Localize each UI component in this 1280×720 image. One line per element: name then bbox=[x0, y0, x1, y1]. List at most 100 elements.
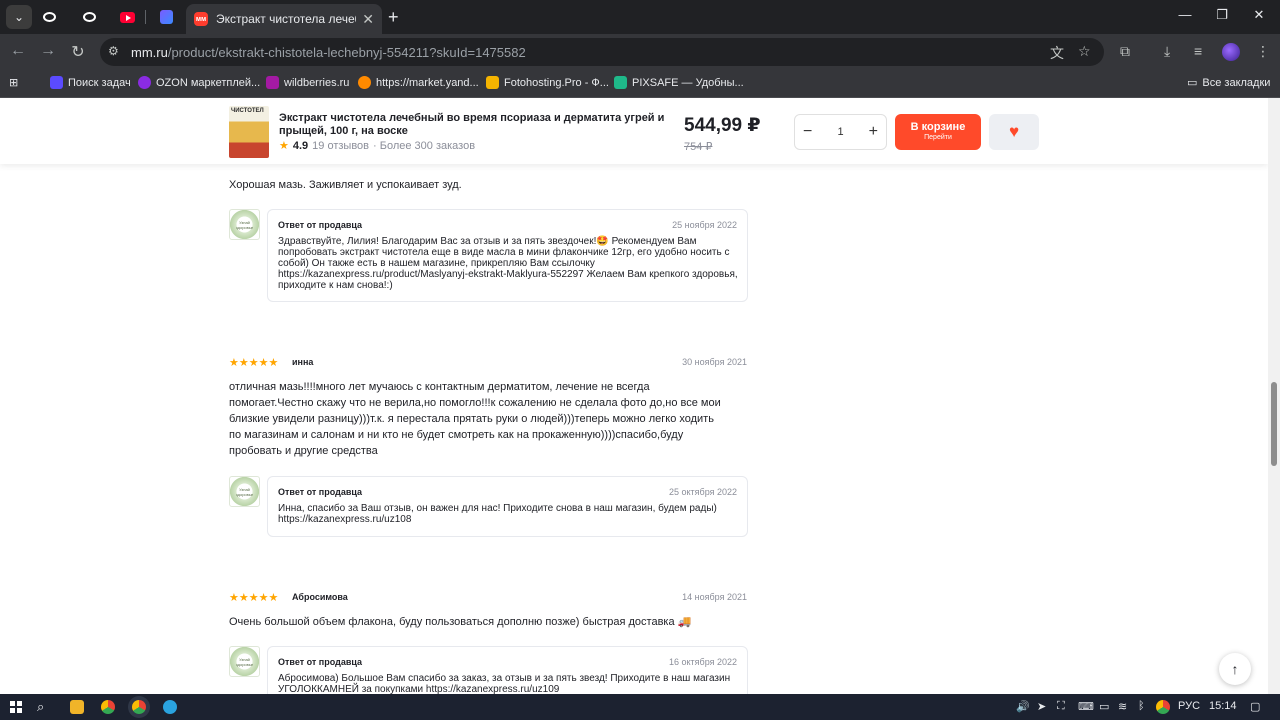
review-date: 14 ноября 2021 bbox=[682, 592, 747, 602]
back-button[interactable]: ← bbox=[6, 42, 30, 60]
review-author: Абросимова bbox=[292, 592, 348, 602]
apps-icon[interactable]: ⊞ bbox=[9, 76, 18, 89]
arrow-left-icon: ← bbox=[10, 42, 26, 59]
pinned-tab-2[interactable] bbox=[76, 5, 102, 29]
profile-avatar[interactable] bbox=[1222, 43, 1240, 61]
telegram-icon[interactable] bbox=[163, 700, 177, 714]
window-close-button[interactable]: ✕ bbox=[1244, 7, 1274, 23]
site-info-icon[interactable]: ⚙ bbox=[108, 44, 119, 58]
chrome-active-icon[interactable] bbox=[132, 700, 146, 714]
bookmark-3[interactable]: https://market.yand... bbox=[358, 76, 479, 89]
product-rating: 4.9 bbox=[292, 139, 309, 152]
bookmarks-bar: ⊞ Поиск задач OZON маркетплей... wildber… bbox=[0, 70, 1280, 98]
cart-button-label: В корзине bbox=[910, 121, 966, 133]
maximize-button[interactable]: ❐ bbox=[1207, 7, 1237, 23]
bookmark-favicon bbox=[266, 76, 279, 89]
bookmark-favicon bbox=[138, 76, 151, 89]
bookmark-2[interactable]: wildberries.ru bbox=[266, 76, 349, 89]
forward-button[interactable]: → bbox=[36, 42, 60, 60]
product-thumbnail[interactable]: ЧИСТОТЕЛ bbox=[229, 106, 269, 158]
bookmark-label: OZON маркетплей... bbox=[156, 76, 261, 89]
bookmark-4[interactable]: Fotohosting.Pro - Ф... bbox=[486, 76, 609, 89]
reviews-count[interactable]: 19 отзывов bbox=[312, 140, 369, 152]
review-text: отличная мазь!!!!много лет мучаюсь с кон… bbox=[229, 381, 721, 457]
in-cart-button[interactable]: В корзине Перейти bbox=[895, 114, 981, 150]
reply-text: Абросимова) Большое Вам спасибо за заказ… bbox=[278, 673, 731, 694]
address-bar[interactable]: ⚙ mm.ru/product/ekstrakt-chistotela-lech… bbox=[100, 38, 1104, 66]
chevron-down-icon: ⌄ bbox=[13, 10, 25, 24]
bookmark-favicon bbox=[358, 76, 371, 89]
quantity-stepper: − 1 + bbox=[794, 114, 887, 150]
bookmark-5[interactable]: PIXSAFE — Удобны... bbox=[614, 76, 744, 89]
active-tab[interactable]: мм Экстракт чистотела лечебный ✕ bbox=[186, 4, 382, 34]
search-icon[interactable]: ⌕ bbox=[37, 699, 44, 715]
u-logo-icon bbox=[159, 10, 173, 24]
menu-kebab-icon[interactable]: ⋮ bbox=[1256, 43, 1270, 60]
reply-author: Ответ от продавца bbox=[278, 657, 363, 667]
close-icon[interactable]: ✕ bbox=[362, 11, 374, 28]
all-bookmarks[interactable]: ▭ Все закладки bbox=[1187, 76, 1271, 90]
quantity-value[interactable]: 1 bbox=[837, 126, 843, 138]
file-explorer-icon[interactable] bbox=[70, 700, 84, 714]
review-text: Хорошая мазь. Заживляет и успокаивает зу… bbox=[229, 179, 462, 191]
wifi-icon[interactable]: ≋ bbox=[1118, 700, 1127, 713]
reply-author: Ответ от продавца bbox=[278, 220, 363, 230]
rating-stars: ★★★★★ bbox=[229, 592, 279, 604]
favorite-button[interactable]: ♥ bbox=[989, 114, 1039, 150]
minimize-button[interactable]: — bbox=[1170, 7, 1200, 22]
page-scrollbar[interactable] bbox=[1268, 98, 1280, 694]
bookmark-label: Поиск задач bbox=[68, 76, 131, 89]
reply-date: 25 ноября 2022 bbox=[672, 220, 737, 230]
chrome-icon[interactable] bbox=[101, 700, 115, 714]
bookmark-label: Fotohosting.Pro - Ф... bbox=[504, 76, 609, 89]
windows-start-icon[interactable] bbox=[10, 701, 22, 713]
thumbnail-label: ЧИСТОТЕЛ bbox=[231, 108, 264, 114]
product-meta: ★ 4.9 19 отзывов · Более 300 заказов bbox=[279, 139, 475, 153]
telegram-tray-icon[interactable]: ➤ bbox=[1037, 700, 1046, 713]
product-old-price: 754 ₽ bbox=[684, 141, 713, 153]
bluetooth-icon[interactable]: ᛒ bbox=[1138, 700, 1145, 712]
volume-icon[interactable]: 🔊 bbox=[1016, 700, 1030, 713]
minus-button[interactable]: − bbox=[803, 123, 812, 141]
star-icon[interactable]: ☆ bbox=[1078, 43, 1091, 60]
reply-text: Инна, спасибо за Ваш отзыв, он важен для… bbox=[278, 503, 717, 525]
bookmark-1[interactable]: OZON маркетплей... bbox=[138, 76, 260, 89]
keyboard-icon[interactable]: ⌨ bbox=[1078, 700, 1094, 713]
bookmark-0[interactable]: Поиск задач bbox=[50, 76, 131, 89]
pinned-tab-1[interactable] bbox=[36, 5, 62, 29]
arrow-right-icon: → bbox=[40, 42, 56, 59]
clock[interactable]: 15:14 bbox=[1209, 700, 1237, 712]
browser-toolbar: ← → ↻ ⚙ mm.ru/product/ekstrakt-chistotel… bbox=[0, 34, 1280, 70]
screenshot-icon[interactable]: ⛶ bbox=[1057, 700, 1065, 713]
pinned-tab-youtube[interactable] bbox=[114, 5, 140, 29]
scrollbar-thumb[interactable] bbox=[1271, 382, 1277, 466]
chrome-tray-icon[interactable] bbox=[1156, 700, 1170, 714]
bookmark-favicon bbox=[614, 76, 627, 89]
display-icon[interactable]: ▭ bbox=[1099, 700, 1109, 713]
pinned-tab-4[interactable] bbox=[153, 5, 179, 29]
tab-search-button[interactable]: ⌄ bbox=[6, 5, 32, 29]
reply-date: 25 октября 2022 bbox=[668, 487, 737, 497]
extensions-icon[interactable]: ⧉ bbox=[1120, 43, 1130, 60]
folder-icon: ▭ bbox=[1187, 77, 1198, 89]
mm-logo-icon: мм bbox=[194, 12, 208, 26]
download-icon[interactable]: ⤓ bbox=[1164, 43, 1170, 60]
new-tab-button[interactable]: + bbox=[388, 7, 399, 28]
notifications-icon[interactable]: ▢ bbox=[1250, 700, 1260, 713]
translate-icon[interactable]: 文 bbox=[1050, 43, 1064, 63]
sticky-product-header: ЧИСТОТЕЛ Экстракт чистотела лечебный во … bbox=[0, 98, 1268, 164]
bookmark-favicon bbox=[486, 76, 499, 89]
heart-icon: ♥ bbox=[1008, 122, 1020, 141]
opera-icon bbox=[42, 12, 56, 22]
all-bookmarks-label: Все закладки bbox=[1202, 76, 1271, 89]
reload-button[interactable]: ↻ bbox=[66, 42, 90, 62]
product-title: Экстракт чистотела лечебный во время псо… bbox=[279, 112, 665, 137]
language-indicator[interactable]: РУС bbox=[1178, 700, 1200, 712]
seller-logo: Узнай здоровье bbox=[229, 209, 260, 240]
reply-author: Ответ от продавца bbox=[278, 487, 363, 497]
plus-button[interactable]: + bbox=[869, 123, 878, 141]
scroll-to-top-button[interactable]: ↑ bbox=[1219, 653, 1251, 685]
media-controls-icon[interactable]: ≡ bbox=[1194, 43, 1202, 59]
url-text[interactable]: mm.ru/product/ekstrakt-chistotela-lecheb… bbox=[131, 45, 526, 60]
youtube-icon bbox=[119, 11, 135, 23]
